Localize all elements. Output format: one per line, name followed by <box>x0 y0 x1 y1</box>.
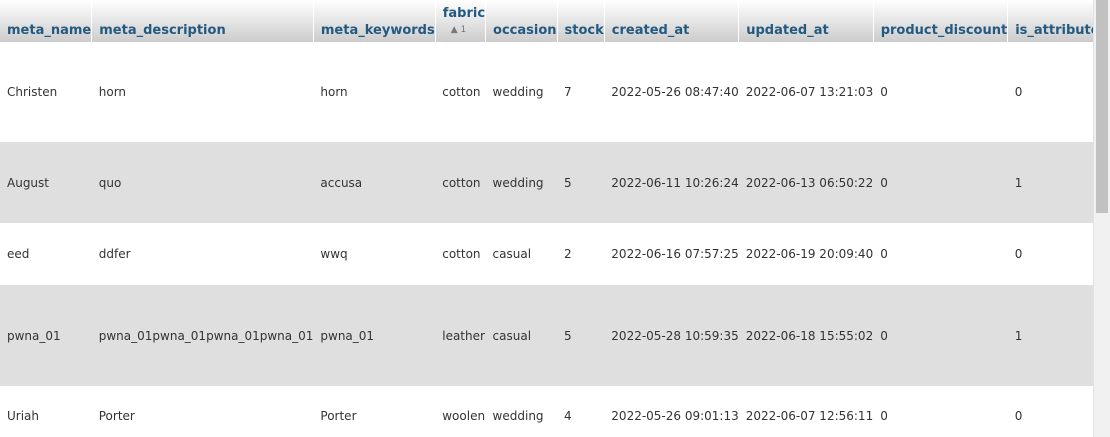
column-header-is-attribute[interactable]: is_attribute <box>1007 0 1093 42</box>
cell-product-discount[interactable]: 0 <box>873 223 1008 285</box>
cell-meta-keywords[interactable]: Porter <box>313 386 436 437</box>
cell-meta-description[interactable]: Porter <box>91 386 314 437</box>
cell-created-at[interactable]: 2022-06-11 10:26:24 <box>604 142 739 223</box>
cell-fabric[interactable]: cotton <box>435 223 486 285</box>
cell-stock[interactable]: 5 <box>557 142 605 223</box>
sort-link-stock[interactable]: stock <box>565 23 604 38</box>
sort-link-is-attribute[interactable]: is_attribute <box>1015 23 1093 38</box>
cell-meta-keywords[interactable]: horn <box>313 42 436 142</box>
column-header-meta-name[interactable]: meta_name <box>0 0 93 42</box>
sort-link-updated-at[interactable]: updated_at <box>746 23 828 38</box>
cell-is-attribute[interactable]: 0 <box>1007 223 1093 285</box>
sort-link-meta-name[interactable]: meta_name <box>7 23 91 38</box>
cell-fabric[interactable]: cotton <box>435 142 486 223</box>
cell-is-attribute[interactable]: 0 <box>1007 386 1093 437</box>
header-row: meta_name meta_description meta_keywords… <box>0 0 1093 42</box>
cell-stock[interactable]: 5 <box>557 285 605 386</box>
cell-created-at[interactable]: 2022-05-28 10:59:35 <box>604 285 739 386</box>
cell-meta-description[interactable]: pwna_01pwna_01pwna_01pwna_01 <box>91 285 314 386</box>
sort-link-fabric[interactable]: fabric <box>443 6 485 21</box>
cell-created-at[interactable]: 2022-06-16 07:57:25 <box>604 223 739 285</box>
cell-product-discount[interactable]: 0 <box>873 142 1008 223</box>
cell-occasion[interactable]: wedding <box>485 142 558 223</box>
cell-fabric[interactable]: leather <box>435 285 486 386</box>
cell-fabric[interactable]: woolen <box>435 386 486 437</box>
column-header-created-at[interactable]: created_at <box>604 0 740 42</box>
column-header-fabric[interactable]: fabric ▲ 1 <box>435 0 487 42</box>
cell-updated-at[interactable]: 2022-06-07 13:21:03 <box>738 42 874 142</box>
cell-updated-at[interactable]: 2022-06-13 06:50:22 <box>738 142 874 223</box>
cell-occasion[interactable]: wedding <box>485 386 558 437</box>
table-row[interactable]: Uriah Porter Porter woolen wedding 4 202… <box>0 386 1093 437</box>
column-header-product-discount[interactable]: product_discount <box>873 0 1009 42</box>
cell-meta-name[interactable]: August <box>0 142 92 223</box>
column-header-meta-description[interactable]: meta_description <box>91 0 314 42</box>
cell-meta-name[interactable]: Uriah <box>0 386 92 437</box>
table-row[interactable]: pwna_01 pwna_01pwna_01pwna_01pwna_01 pwn… <box>0 285 1093 386</box>
cell-stock[interactable]: 4 <box>557 386 605 437</box>
cell-occasion[interactable]: casual <box>485 285 558 386</box>
sort-link-meta-keywords[interactable]: meta_keywords <box>321 23 434 38</box>
vertical-scrollbar[interactable] <box>1093 0 1110 437</box>
cell-stock[interactable]: 2 <box>557 223 605 285</box>
sort-link-meta-description[interactable]: meta_description <box>99 23 225 38</box>
cell-meta-name[interactable]: pwna_01 <box>0 285 92 386</box>
cell-meta-description[interactable]: horn <box>91 42 314 142</box>
cell-is-attribute[interactable]: 1 <box>1007 142 1093 223</box>
column-header-meta-keywords[interactable]: meta_keywords <box>313 0 436 42</box>
cell-meta-description[interactable]: ddfer <box>91 223 314 285</box>
cell-meta-keywords[interactable]: wwq <box>313 223 436 285</box>
cell-occasion[interactable]: wedding <box>485 42 558 142</box>
cell-stock[interactable]: 7 <box>557 42 605 142</box>
cell-updated-at[interactable]: 2022-06-19 20:09:40 <box>738 223 874 285</box>
cell-created-at[interactable]: 2022-05-26 09:01:13 <box>604 386 739 437</box>
sort-link-product-discount[interactable]: product_discount <box>881 23 1007 38</box>
scrollbar-thumb[interactable] <box>1096 0 1108 213</box>
table-viewport: meta_name meta_description meta_keywords… <box>0 0 1093 437</box>
cell-product-discount[interactable]: 0 <box>873 42 1008 142</box>
cell-meta-description[interactable]: quo <box>91 142 314 223</box>
table-row[interactable]: Christen horn horn cotton wedding 7 2022… <box>0 42 1093 142</box>
column-header-occasion[interactable]: occasion <box>485 0 558 42</box>
cell-meta-name[interactable]: eed <box>0 223 92 285</box>
cell-is-attribute[interactable]: 0 <box>1007 42 1093 142</box>
table-row[interactable]: eed ddfer wwq cotton casual 2 2022-06-16… <box>0 223 1093 285</box>
cell-is-attribute[interactable]: 1 <box>1007 285 1093 386</box>
cell-meta-name[interactable]: Christen <box>0 42 92 142</box>
cell-fabric[interactable]: cotton <box>435 42 486 142</box>
results-table: meta_name meta_description meta_keywords… <box>0 0 1093 437</box>
cell-meta-keywords[interactable]: pwna_01 <box>313 285 436 386</box>
cell-occasion[interactable]: casual <box>485 223 558 285</box>
sort-link-occasion[interactable]: occasion <box>493 23 556 38</box>
sort-link-created-at[interactable]: created_at <box>612 23 690 38</box>
column-header-stock[interactable]: stock <box>557 0 605 42</box>
sort-ascending-icon: ▲ 1 <box>450 25 467 35</box>
cell-updated-at[interactable]: 2022-06-07 12:56:11 <box>738 386 874 437</box>
cell-updated-at[interactable]: 2022-06-18 15:55:02 <box>738 285 874 386</box>
cell-meta-keywords[interactable]: accusa <box>313 142 436 223</box>
cell-product-discount[interactable]: 0 <box>873 386 1008 437</box>
column-header-updated-at[interactable]: updated_at <box>738 0 874 42</box>
cell-product-discount[interactable]: 0 <box>873 285 1008 386</box>
table-row[interactable]: August quo accusa cotton wedding 5 2022-… <box>0 142 1093 223</box>
cell-created-at[interactable]: 2022-05-26 08:47:40 <box>604 42 739 142</box>
